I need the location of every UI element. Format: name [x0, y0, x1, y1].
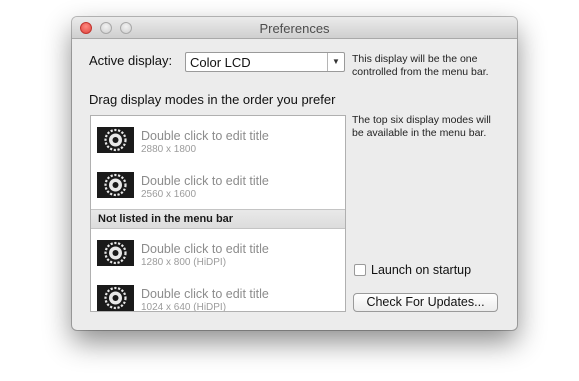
- section-header-label: Not listed in the menu bar: [98, 213, 234, 225]
- display-mode-resolution: 2880 x 1800: [141, 144, 197, 155]
- display-mode-resolution: 1280 x 800 (HiDPI): [141, 257, 227, 268]
- display-mode-resolution: 1024 x 640 (HiDPI): [141, 302, 227, 312]
- display-mode-title: Double click to edit title: [141, 242, 269, 256]
- display-mode-resolution: 2560 x 1600: [141, 189, 197, 200]
- display-mode-title: Double click to edit title: [141, 174, 269, 188]
- display-note: This display will be the one controlled …: [352, 53, 489, 78]
- active-display-label: Active display:: [89, 53, 173, 68]
- display-mode-icon: [97, 285, 134, 311]
- preferences-window: Preferences Active display: Color LCD ▼ …: [72, 17, 517, 330]
- display-mode-title: Double click to edit title: [141, 129, 269, 143]
- display-mode-row[interactable]: Double click to edit title 2880 x 1800: [91, 116, 345, 160]
- active-display-value: Color LCD: [190, 55, 251, 70]
- chevron-down-icon: ▼: [327, 53, 344, 71]
- display-mode-row[interactable]: Double click to edit title 1280 x 800 (H…: [91, 229, 345, 273]
- display-mode-icon: [97, 127, 134, 153]
- check-for-updates-button[interactable]: Check For Updates...: [353, 293, 498, 312]
- display-mode-row[interactable]: Double click to edit title 2560 x 1600: [91, 161, 345, 205]
- title-bar[interactable]: Preferences: [72, 17, 517, 39]
- top-six-note: The top six display modes will be availa…: [352, 114, 491, 139]
- display-modes-list[interactable]: Double click to edit title 2880 x 1800 D…: [90, 115, 346, 312]
- display-mode-icon: [97, 172, 134, 198]
- window-title: Preferences: [259, 21, 330, 36]
- display-mode-title: Double click to edit title: [141, 287, 269, 301]
- modes-instruction: Drag display modes in the order you pref…: [89, 92, 336, 107]
- display-mode-row[interactable]: Double click to edit title 1024 x 640 (H…: [91, 274, 345, 312]
- display-mode-icon: [97, 240, 134, 266]
- active-display-select[interactable]: Color LCD ▼: [185, 52, 345, 72]
- launch-on-startup-checkbox[interactable]: [354, 264, 366, 276]
- launch-on-startup-label[interactable]: Launch on startup: [371, 263, 471, 277]
- section-header-not-listed: Not listed in the menu bar: [91, 209, 345, 229]
